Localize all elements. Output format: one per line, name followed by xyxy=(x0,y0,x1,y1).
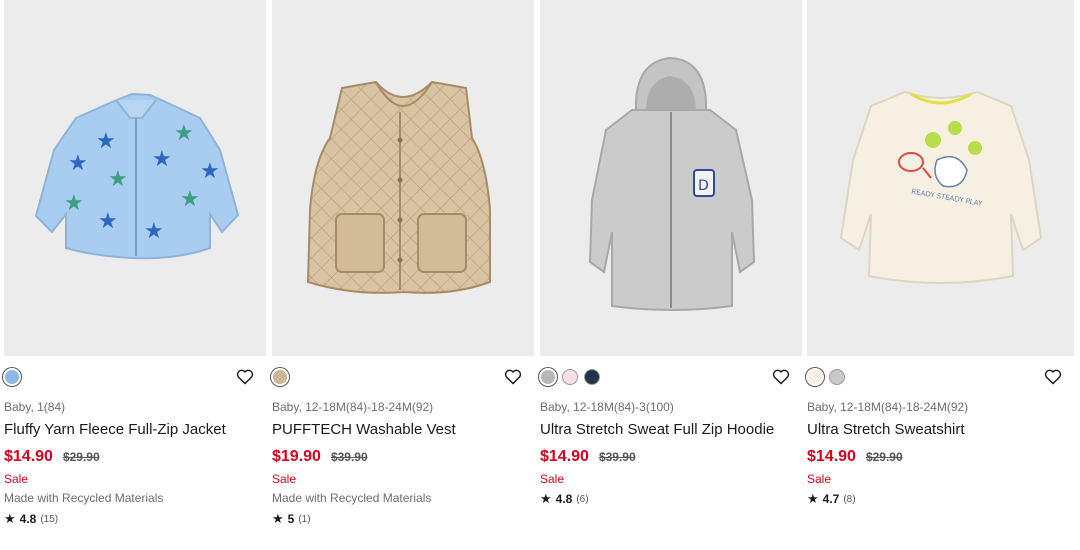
review-count: (1) xyxy=(298,513,311,525)
sale-label: Sale xyxy=(540,472,565,486)
product-name[interactable]: PUFFTECH Washable Vest xyxy=(272,421,456,438)
original-price: $29.90 xyxy=(865,450,903,464)
rating-score: 4.8 xyxy=(19,512,37,526)
star-icon: ★ xyxy=(807,491,819,506)
review-count: (8) xyxy=(843,493,856,505)
color-swatches xyxy=(272,369,288,385)
svg-text:★: ★ xyxy=(174,121,194,146)
wishlist-heart-icon[interactable] xyxy=(1044,369,1062,385)
original-price: $39.90 xyxy=(598,450,636,464)
original-price: $39.90 xyxy=(330,450,368,464)
sale-label: Sale xyxy=(4,472,29,486)
fleece-jacket-icon: ★ ★ ★ ★ ★ ★ ★ ★ ★ ★ xyxy=(34,92,240,260)
sale-price: $19.90 xyxy=(272,448,321,465)
review-count: (15) xyxy=(40,513,59,525)
quilted-vest-icon xyxy=(306,80,491,294)
rating: ★ 4.7 (8) xyxy=(807,491,856,507)
sale-price: $14.90 xyxy=(4,448,53,465)
product-image[interactable]: ★ ★ ★ ★ ★ ★ ★ ★ ★ ★ xyxy=(4,0,266,356)
price-row: $14.90 $39.90 xyxy=(540,448,636,466)
rating-score: 4.8 xyxy=(555,492,573,506)
star-icon: ★ xyxy=(540,491,552,506)
wishlist-heart-icon[interactable] xyxy=(236,369,254,385)
wishlist-heart-icon[interactable] xyxy=(772,369,790,385)
product-meta: Baby, 12-18M(84)-18-24M(92) xyxy=(807,400,969,414)
swatch-row xyxy=(4,356,266,386)
rating-score: 5 xyxy=(287,512,295,526)
wishlist-heart-icon[interactable] xyxy=(504,369,522,385)
sale-price: $14.90 xyxy=(807,448,856,465)
color-swatch[interactable] xyxy=(272,369,288,385)
product-meta: Baby, 12-18M(84)-18-24M(92) xyxy=(272,400,434,414)
color-swatches xyxy=(807,369,845,385)
color-swatch[interactable] xyxy=(807,369,823,385)
swatch-row xyxy=(807,356,1074,386)
svg-text:★: ★ xyxy=(64,191,84,216)
price-row: $19.90 $39.90 xyxy=(272,448,368,466)
svg-text:★: ★ xyxy=(108,167,128,192)
color-swatches xyxy=(4,369,20,385)
review-count: (6) xyxy=(576,493,589,505)
product-card[interactable]: READY STEADY PLAY Baby, 12-18M(84)-18-24… xyxy=(807,0,1074,506)
sale-label: Sale xyxy=(807,472,832,486)
sale-label: Sale xyxy=(272,472,297,486)
price-row: $14.90 $29.90 xyxy=(807,448,903,466)
product-name[interactable]: Ultra Stretch Sweatshirt xyxy=(807,421,965,438)
rating: ★ 5 (1) xyxy=(272,511,311,527)
color-swatch[interactable] xyxy=(584,369,600,385)
product-image[interactable] xyxy=(272,0,534,356)
star-icon: ★ xyxy=(4,511,16,526)
original-price: $29.90 xyxy=(62,450,100,464)
feature-label: Made with Recycled Materials xyxy=(4,491,164,505)
svg-text:★: ★ xyxy=(180,187,200,212)
product-meta: Baby, 12-18M(84)-3(100) xyxy=(540,400,674,414)
product-card[interactable]: Baby, 12-18M(84)-18-24M(92) PUFFTECH Was… xyxy=(272,0,534,526)
color-swatch[interactable] xyxy=(829,369,845,385)
svg-text:★: ★ xyxy=(68,151,88,176)
product-card[interactable]: ★ ★ ★ ★ ★ ★ ★ ★ ★ ★ Baby, 1(84) Fluffy Y… xyxy=(4,0,266,526)
zip-hoodie-icon: D xyxy=(588,56,756,311)
feature-label: Made with Recycled Materials xyxy=(272,491,432,505)
svg-text:★: ★ xyxy=(152,147,172,172)
svg-text:★: ★ xyxy=(96,129,116,154)
rating-score: 4.7 xyxy=(822,492,840,506)
star-icon: ★ xyxy=(272,511,284,526)
product-meta: Baby, 1(84) xyxy=(4,400,66,414)
color-swatch[interactable] xyxy=(562,369,578,385)
rating: ★ 4.8 (6) xyxy=(540,491,589,507)
product-name[interactable]: Fluffy Yarn Fleece Full-Zip Jacket xyxy=(4,421,226,438)
swatch-row xyxy=(272,356,534,386)
product-image[interactable]: READY STEADY PLAY xyxy=(807,0,1074,356)
product-grid: ★ ★ ★ ★ ★ ★ ★ ★ ★ ★ Baby, 1(84) Fluffy Y… xyxy=(0,0,1080,550)
svg-text:★: ★ xyxy=(98,209,118,234)
swatch-row xyxy=(540,356,802,386)
color-swatch[interactable] xyxy=(4,369,20,385)
color-swatch[interactable] xyxy=(540,369,556,385)
svg-text:★: ★ xyxy=(200,159,220,184)
svg-text:D: D xyxy=(698,178,709,194)
sweatshirt-icon: READY STEADY PLAY xyxy=(839,90,1043,284)
rating: ★ 4.8 (15) xyxy=(4,511,58,527)
product-image[interactable]: D xyxy=(540,0,802,356)
sale-price: $14.90 xyxy=(540,448,589,465)
price-row: $14.90 $29.90 xyxy=(4,448,100,466)
svg-text:★: ★ xyxy=(144,219,164,244)
color-swatches xyxy=(540,369,600,385)
product-card[interactable]: D Baby, 12-18M(84)-3(100) Ultra Stretch … xyxy=(540,0,802,506)
product-name[interactable]: Ultra Stretch Sweat Full Zip Hoodie xyxy=(540,421,774,438)
